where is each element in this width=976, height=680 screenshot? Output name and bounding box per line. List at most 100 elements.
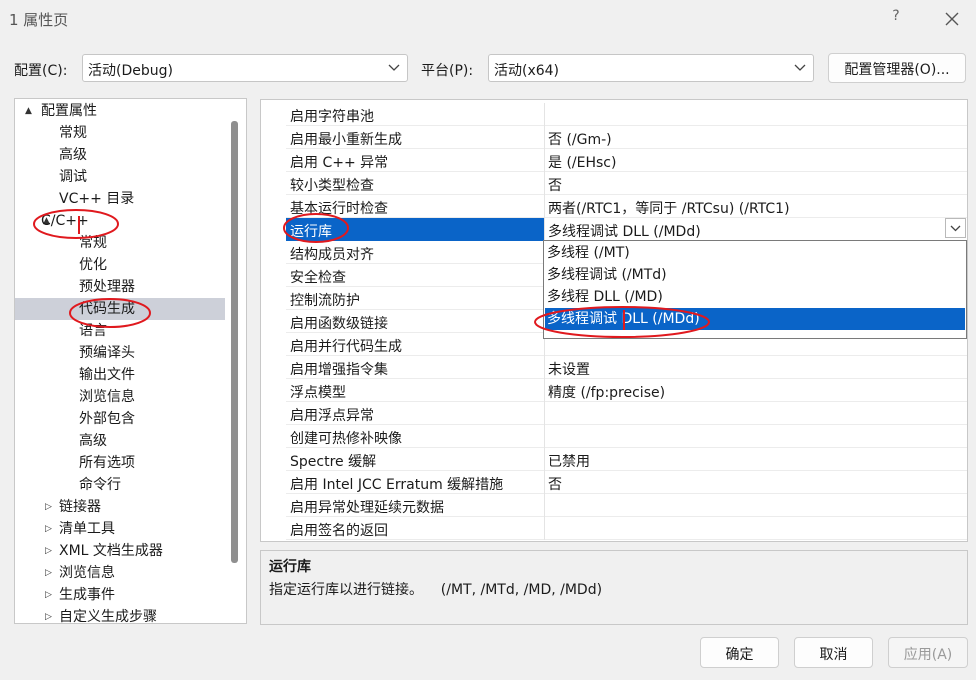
property-row[interactable]: Spectre 缓解 已禁用 xyxy=(286,448,967,471)
column-divider xyxy=(544,103,545,126)
expand-arrow-icon[interactable]: ▷ xyxy=(45,518,52,540)
apply-label: 应用(A) xyxy=(903,647,953,663)
tree-item[interactable]: ▷ 清单工具 xyxy=(15,518,230,540)
tree-item[interactable]: ▷ 链接器 xyxy=(15,496,230,518)
property-value: 精度 (/fp:precise) xyxy=(548,385,666,401)
tree-item-label: 配置属性 xyxy=(41,103,97,119)
column-divider xyxy=(544,471,545,494)
expand-arrow-icon[interactable]: ▷ xyxy=(45,540,52,562)
collapse-arrow-icon[interactable]: ▲ xyxy=(25,100,32,122)
column-divider xyxy=(544,402,545,425)
help-button[interactable]: ? xyxy=(884,8,908,30)
property-row[interactable]: 启用字符串池 xyxy=(286,103,967,126)
tree-item[interactable]: ▷ 浏览信息 xyxy=(15,562,230,584)
window-title: 1 属性页 xyxy=(9,11,69,29)
tree-item[interactable]: 命令行 xyxy=(15,474,230,496)
property-row[interactable]: 运行库 多线程调试 DLL (/MDd) xyxy=(286,218,967,241)
dropdown-option[interactable]: 多线程 (/MT) xyxy=(545,242,965,264)
ok-label: 确定 xyxy=(725,647,754,663)
dropdown-option[interactable]: 多线程调试 DLL (/MDd) xyxy=(545,308,965,330)
tree-item-label: 输出文件 xyxy=(79,367,135,383)
column-divider xyxy=(544,172,545,195)
tree-item-label: 预处理器 xyxy=(79,279,135,295)
description-title: 运行库 xyxy=(269,559,311,575)
tree-item[interactable]: 代码生成 xyxy=(15,298,225,320)
description-text: 指定运行库以进行链接。 (/MT, /MTd, /MD, /MDd) xyxy=(269,582,603,598)
property-row[interactable]: 启用最小重新生成 否 (/Gm-) xyxy=(286,126,967,149)
column-divider xyxy=(544,425,545,448)
property-row[interactable]: 启用 C++ 异常 是 (/EHsc) xyxy=(286,149,967,172)
chevron-down-icon xyxy=(950,225,961,232)
tree-item[interactable]: VC++ 目录 xyxy=(15,188,230,210)
tree-item-label: 自定义生成步骤 xyxy=(59,609,157,624)
property-row[interactable]: 启用浮点异常 xyxy=(286,402,967,425)
tree-item[interactable]: ▲ C/C++ xyxy=(15,210,230,232)
dropdown-option[interactable]: 多线程 DLL (/MD) xyxy=(545,286,965,308)
config-manager-button[interactable]: 配置管理器(O)... xyxy=(828,53,966,83)
tree-item[interactable]: 优化 xyxy=(15,254,230,276)
chevron-down-icon xyxy=(794,64,806,71)
tree-item[interactable]: 常规 xyxy=(15,122,230,144)
close-button[interactable] xyxy=(938,6,966,32)
tree-item-label: 语言 xyxy=(79,323,107,339)
tree-item-label: 调试 xyxy=(59,169,87,185)
property-name: 创建可热修补映像 xyxy=(290,431,402,447)
tree-item[interactable]: 浏览信息 xyxy=(15,386,230,408)
tree-item[interactable]: 预处理器 xyxy=(15,276,230,298)
property-row[interactable]: 启用异常处理延续元数据 xyxy=(286,494,967,517)
column-divider xyxy=(544,218,545,241)
property-name: 结构成员对齐 xyxy=(290,247,374,263)
platform-label: 平台(P): xyxy=(421,63,474,79)
property-name: 启用函数级链接 xyxy=(290,316,388,332)
property-name: 启用浮点异常 xyxy=(290,408,374,424)
property-row[interactable]: 浮点模型 精度 (/fp:precise) xyxy=(286,379,967,402)
runtime-dropdown-button[interactable] xyxy=(945,218,966,238)
runtime-dropdown-list: 多线程 (/MT) 多线程调试 (/MTd) 多线程 DLL (/MD) 多线程调试 … xyxy=(543,240,967,339)
tree-item[interactable]: 语言 xyxy=(15,320,230,342)
tree-item[interactable]: 高级 xyxy=(15,430,230,452)
expand-arrow-icon[interactable]: ▷ xyxy=(45,562,52,584)
column-divider xyxy=(544,356,545,379)
tree-item-label: VC++ 目录 xyxy=(59,191,135,207)
property-name: 启用字符串池 xyxy=(290,109,374,125)
apply-button[interactable]: 应用(A) xyxy=(888,637,968,668)
property-row[interactable]: 创建可热修补映像 xyxy=(286,425,967,448)
dropdown-option[interactable]: 多线程调试 (/MTd) xyxy=(545,264,965,286)
tree-item[interactable]: ▲ 配置属性 xyxy=(15,100,230,122)
property-value[interactable]: 多线程调试 DLL (/MDd) xyxy=(548,221,701,241)
property-row[interactable]: 启用签名的返回 xyxy=(286,517,967,540)
tree-item[interactable]: 调试 xyxy=(15,166,230,188)
property-tree: ▲ 配置属性 常规 高级 调试 VC++ 目录 ▲ C/C++ 常规 优化 预处理器 代码生成 语言 预编… xyxy=(14,98,247,624)
tree-item[interactable]: ▷ 自定义生成步骤 xyxy=(15,606,230,624)
tree-item[interactable]: 外部包含 xyxy=(15,408,230,430)
expand-arrow-icon[interactable]: ▷ xyxy=(45,606,52,623)
tree-item[interactable]: 高级 xyxy=(15,144,230,166)
tree-item[interactable]: ▷ 生成事件 xyxy=(15,584,230,606)
tree-item-label: 外部包含 xyxy=(79,411,135,427)
property-name: Spectre 缓解 xyxy=(290,454,377,470)
column-divider xyxy=(544,448,545,471)
property-value: 两者(/RTC1，等同于 /RTCsu) (/RTC1) xyxy=(548,201,790,217)
tree-item-label: 链接器 xyxy=(59,499,101,515)
tree-item-label: 清单工具 xyxy=(59,521,115,537)
property-row[interactable]: 启用增强指令集 未设置 xyxy=(286,356,967,379)
tree-item[interactable]: 预编译头 xyxy=(15,342,230,364)
expand-arrow-icon[interactable]: ▷ xyxy=(45,496,52,518)
platform-combobox[interactable]: 活动(x64) xyxy=(488,54,814,82)
property-name: 浮点模型 xyxy=(290,385,346,401)
tree-item[interactable]: 常规 xyxy=(15,232,230,254)
property-row[interactable]: 基本运行时检查 两者(/RTC1，等同于 /RTCsu) (/RTC1) xyxy=(286,195,967,218)
tree-item[interactable]: 输出文件 xyxy=(15,364,230,386)
property-row[interactable]: 较小类型检查 否 xyxy=(286,172,967,195)
config-label: 配置(C): xyxy=(14,63,68,79)
config-combobox[interactable]: 活动(Debug) xyxy=(82,54,408,82)
tree-item[interactable]: 所有选项 xyxy=(15,452,230,474)
cancel-button[interactable]: 取消 xyxy=(794,637,873,668)
property-value: 已禁用 xyxy=(548,454,590,470)
tree-scrollbar-thumb[interactable] xyxy=(231,121,238,563)
ok-button[interactable]: 确定 xyxy=(700,637,779,668)
expand-arrow-icon[interactable]: ▷ xyxy=(45,584,52,606)
property-row[interactable]: 启用 Intel JCC Erratum 缓解措施 否 xyxy=(286,471,967,494)
property-name: 较小类型检查 xyxy=(290,178,374,194)
tree-item[interactable]: ▷ XML 文档生成器 xyxy=(15,540,230,562)
